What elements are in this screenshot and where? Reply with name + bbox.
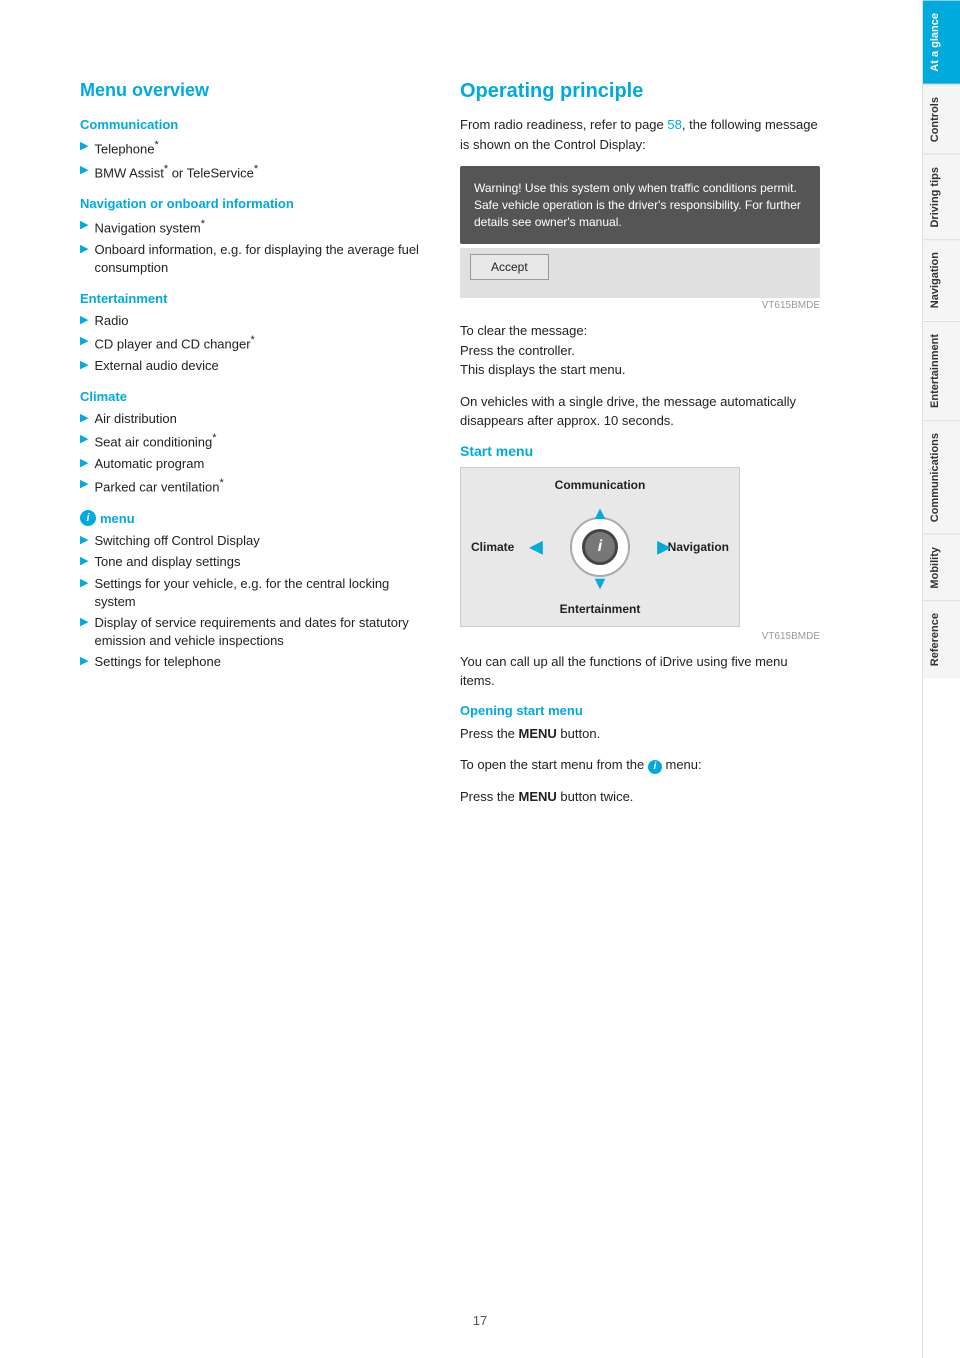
list-item: ▶ Tone and display settings — [80, 553, 420, 571]
diagram-caption: VT615BMDE — [460, 631, 820, 642]
step1-text: Press the MENU button. — [460, 724, 820, 744]
arrow-icon: ▶ — [80, 163, 88, 178]
arrow-icon: ▶ — [80, 615, 88, 630]
list-item: ▶ Air distribution — [80, 410, 420, 428]
arrow-icon: ▶ — [80, 654, 88, 669]
list-item: ▶ Display of service requirements and da… — [80, 614, 420, 650]
single-drive-text: On vehicles with a single drive, the mes… — [460, 392, 820, 431]
navigation-list: ▶ Navigation system* ▶ Onboard informati… — [80, 217, 420, 277]
i-center-icon: i — [598, 538, 602, 556]
sidebar-tab-controls[interactable]: Controls — [923, 84, 960, 154]
sidebar: At a glance Controls Driving tips Naviga… — [922, 0, 960, 1358]
diagram-communication: Communication — [555, 478, 646, 492]
imenu-list: ▶ Switching off Control Display ▶ Tone a… — [80, 532, 420, 671]
warning-text: Warning! Use this system only when traff… — [474, 181, 801, 229]
left-column: Menu overview Communication ▶ Telephone*… — [80, 80, 420, 1318]
menu-bold-2: MENU — [519, 789, 557, 804]
sidebar-tab-at-a-glance[interactable]: At a glance — [923, 0, 960, 84]
accept-button[interactable]: Accept — [470, 254, 549, 280]
list-item: ▶ BMW Assist* or TeleService* — [80, 162, 420, 183]
main-content: Menu overview Communication ▶ Telephone*… — [0, 0, 922, 1358]
clear-message-text: To clear the message: Press the controll… — [460, 321, 820, 380]
arrow-icon: ▶ — [80, 432, 88, 447]
diagram-climate: Climate — [471, 540, 514, 554]
list-item: ▶ Onboard information, e.g. for displayi… — [80, 241, 420, 277]
step2-text: To open the start menu from the i menu: — [460, 755, 820, 775]
warning-caption: VT615BMDE — [460, 300, 820, 311]
list-item: ▶ Parked car ventilation* — [80, 476, 420, 497]
list-item: ▶ Seat air conditioning* — [80, 431, 420, 452]
arrow-right-icon: ▶ — [657, 536, 671, 557]
diagram-center: i — [570, 517, 630, 577]
start-menu-title: Start menu — [460, 443, 820, 459]
arrow-down-icon: ▼ — [591, 573, 609, 594]
diagram-center-icon: i — [582, 529, 618, 565]
idrive-text: You can call up all the functions of iDr… — [460, 652, 820, 691]
list-item: ▶ Radio — [80, 312, 420, 330]
page-link[interactable]: 58 — [667, 117, 681, 132]
entertainment-list: ▶ Radio ▶ CD player and CD changer* ▶ Ex… — [80, 312, 420, 375]
warning-box: Warning! Use this system only when traff… — [460, 166, 820, 244]
navigation-heading: Navigation or onboard information — [80, 196, 420, 211]
climate-list: ▶ Air distribution ▶ Seat air conditioni… — [80, 410, 420, 496]
page-number: 17 — [473, 1313, 487, 1328]
arrow-left-icon: ◀ — [529, 536, 543, 557]
menu-overview-title: Menu overview — [80, 80, 420, 101]
list-item: ▶ External audio device — [80, 357, 420, 375]
entertainment-heading: Entertainment — [80, 291, 420, 306]
sidebar-tab-navigation[interactable]: Navigation — [923, 239, 960, 320]
list-item: ▶ CD player and CD changer* — [80, 333, 420, 354]
imenu-heading: i menu — [80, 510, 420, 526]
communication-heading: Communication — [80, 117, 420, 132]
sidebar-tab-mobility[interactable]: Mobility — [923, 534, 960, 601]
list-item: ▶ Telephone* — [80, 138, 420, 159]
list-item: ▶ Automatic program — [80, 455, 420, 473]
arrow-icon: ▶ — [80, 358, 88, 373]
i-inline-icon: i — [648, 760, 662, 774]
arrow-icon: ▶ — [80, 242, 88, 257]
arrow-icon: ▶ — [80, 533, 88, 548]
sidebar-tab-entertainment[interactable]: Entertainment — [923, 321, 960, 420]
diagram-navigation: Navigation — [668, 540, 729, 554]
list-item: ▶ Navigation system* — [80, 217, 420, 238]
opening-title: Opening start menu — [460, 703, 820, 718]
idrive-diagram: Communication Climate Navigation Enterta… — [460, 467, 740, 627]
step3-text: Press the MENU button twice. — [460, 787, 820, 807]
i-icon: i — [80, 510, 96, 526]
sidebar-tab-reference[interactable]: Reference — [923, 600, 960, 678]
operating-principle-title: Operating principle — [460, 80, 820, 103]
arrow-icon: ▶ — [80, 456, 88, 471]
right-column: Operating principle From radio readiness… — [460, 80, 820, 1318]
arrow-icon: ▶ — [80, 411, 88, 426]
arrow-icon: ▶ — [80, 477, 88, 492]
arrow-icon: ▶ — [80, 334, 88, 349]
climate-heading: Climate — [80, 389, 420, 404]
arrow-up-icon: ▲ — [591, 503, 609, 524]
accept-area: Accept — [460, 248, 820, 298]
list-item: ▶ Settings for your vehicle, e.g. for th… — [80, 575, 420, 611]
arrow-icon: ▶ — [80, 139, 88, 154]
communication-list: ▶ Telephone* ▶ BMW Assist* or TeleServic… — [80, 138, 420, 182]
intro-text: From radio readiness, refer to page 58, … — [460, 115, 820, 154]
arrow-icon: ▶ — [80, 313, 88, 328]
diagram-entertainment: Entertainment — [560, 602, 641, 616]
arrow-icon: ▶ — [80, 576, 88, 591]
arrow-icon: ▶ — [80, 554, 88, 569]
list-item: ▶ Settings for telephone — [80, 653, 420, 671]
sidebar-tab-communications[interactable]: Communications — [923, 420, 960, 534]
page-container: Menu overview Communication ▶ Telephone*… — [0, 0, 960, 1358]
sidebar-tab-driving-tips[interactable]: Driving tips — [923, 154, 960, 240]
list-item: ▶ Switching off Control Display — [80, 532, 420, 550]
arrow-icon: ▶ — [80, 218, 88, 233]
menu-bold-1: MENU — [519, 726, 557, 741]
